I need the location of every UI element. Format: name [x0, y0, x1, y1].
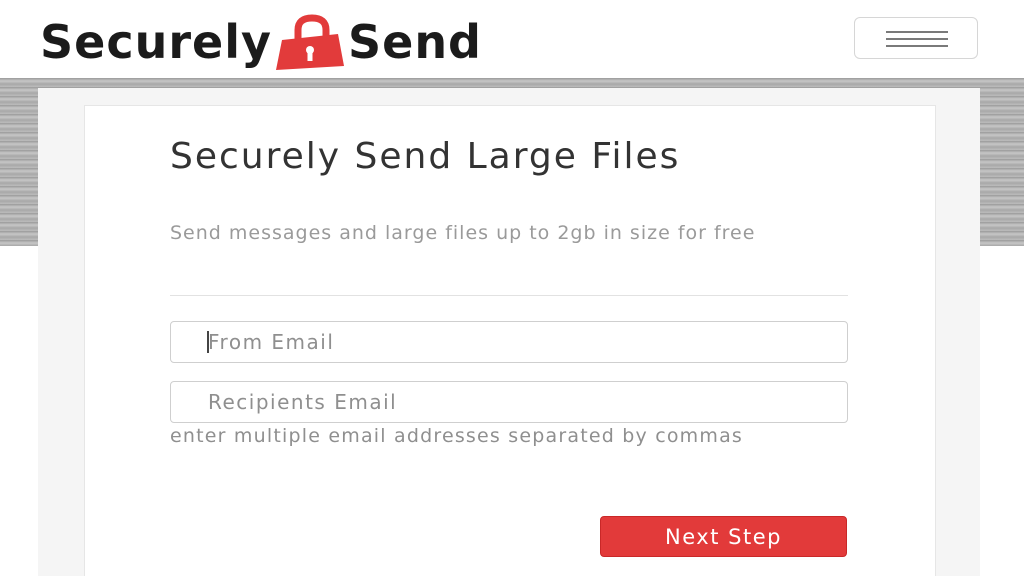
brand-word-securely: Securely — [40, 15, 272, 69]
recipients-help-text: enter multiple email addresses separated… — [170, 425, 744, 447]
page-subtitle: Send messages and large files up to 2gb … — [170, 222, 756, 244]
brand-logo[interactable]: Securely Send — [40, 14, 482, 70]
menu-toggle-button[interactable] — [854, 17, 978, 59]
text-caret — [207, 331, 209, 353]
next-step-button[interactable]: Next Step — [600, 516, 847, 557]
brand-word-send: Send — [347, 15, 482, 69]
recipients-email-input[interactable] — [170, 381, 848, 423]
section-divider — [170, 295, 848, 296]
page-title: Securely Send Large Files — [170, 136, 681, 177]
top-navbar: Securely Send — [0, 0, 1024, 78]
padlock-icon — [268, 14, 352, 70]
from-email-input[interactable] — [170, 321, 848, 363]
